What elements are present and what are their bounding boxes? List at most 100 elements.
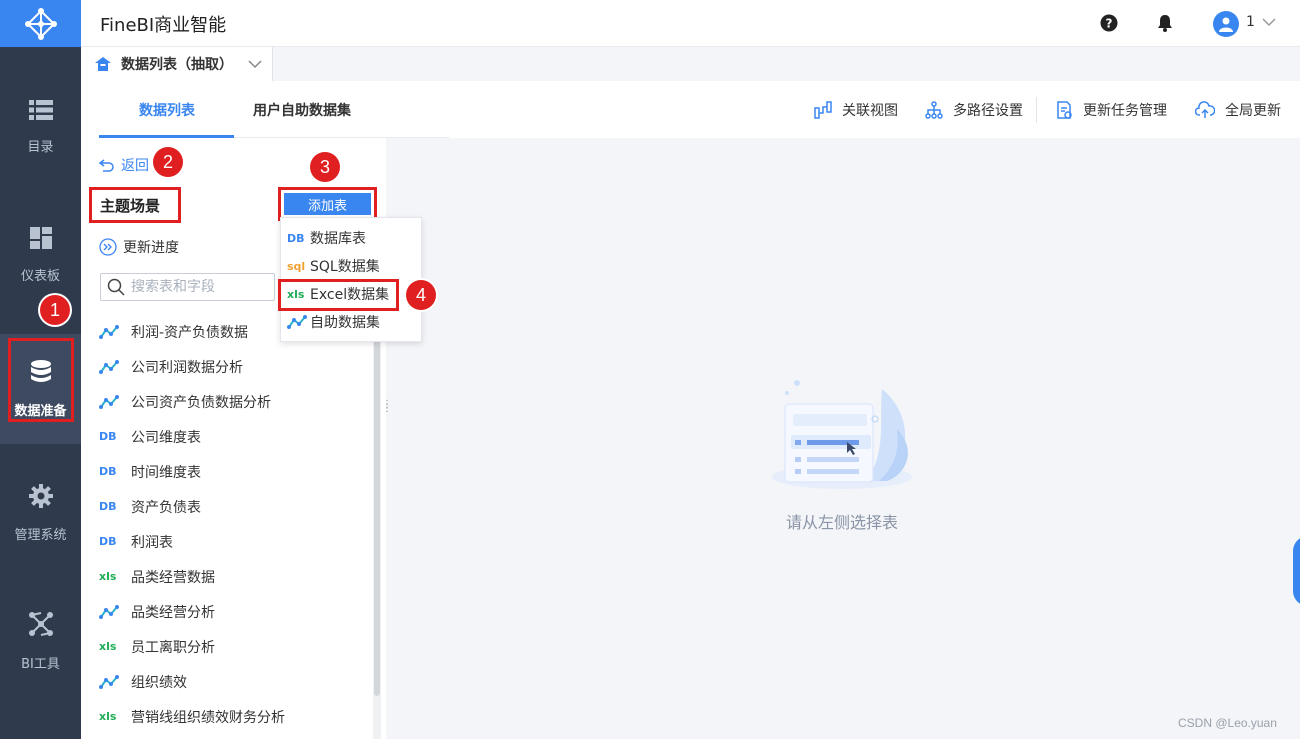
- relation-view-button[interactable]: 关联视图: [814, 100, 898, 120]
- scrollbar-thumb[interactable]: [374, 318, 380, 696]
- xls-icon: xls: [287, 288, 310, 301]
- self-dataset-icon: [99, 604, 131, 619]
- menu-item-sql[interactable]: sql SQL数据集: [287, 254, 380, 278]
- list-item-label: 公司资产负债数据分析: [131, 394, 271, 411]
- tab-data-list[interactable]: 数据列表: [139, 100, 195, 120]
- breadcrumb[interactable]: 数据列表（抽取）: [81, 47, 273, 81]
- logo-icon: [24, 7, 57, 40]
- progress-icon: [99, 238, 117, 256]
- add-table-highlight: 添加表: [278, 187, 377, 221]
- xls-label: xls: [287, 287, 305, 301]
- tab-self-service-dataset[interactable]: 用户自助数据集: [253, 100, 351, 120]
- list-item-label: 利润-资产负债数据: [131, 324, 249, 341]
- nav-item-admin[interactable]: 管理系统: [0, 458, 81, 568]
- list-item-label: 营销线组织绩效财务分析: [131, 709, 285, 726]
- list-icon: [28, 99, 53, 120]
- xls-icon: xls: [99, 570, 131, 583]
- app-title: FineBI商业智能: [100, 15, 227, 36]
- update-task-button[interactable]: 更新任务管理: [1055, 100, 1167, 120]
- list-item[interactable]: 公司利润数据分析: [99, 349, 369, 384]
- list-item-label: 员工离职分析: [131, 639, 215, 656]
- user-icon: [1219, 17, 1233, 32]
- sql-icon: sql: [287, 260, 310, 273]
- back-button[interactable]: 返回: [99, 155, 149, 175]
- back-label: 返回: [121, 158, 149, 174]
- cloud-upload-icon: [1195, 101, 1215, 118]
- self-dataset-icon: [287, 315, 310, 329]
- self-dataset-icon: [99, 674, 131, 689]
- menu-item-xls[interactable]: xls Excel数据集: [287, 282, 389, 306]
- left-nav: 目录 仪表板 数据准备 管理系统 BI工具: [0, 0, 81, 739]
- sql-label: sql: [287, 259, 306, 273]
- self-dataset-icon: [99, 394, 131, 409]
- db-label: DB: [99, 500, 117, 513]
- nav-item-dashboard[interactable]: 仪表板: [0, 200, 81, 310]
- nav-label: 管理系统: [14, 527, 67, 543]
- xls-icon: xls: [99, 710, 131, 723]
- menu-item-label: 自助数据集: [310, 315, 380, 331]
- list-item-label: 公司利润数据分析: [131, 359, 243, 376]
- tab-bar: 数据列表 用户自助数据集: [99, 81, 449, 138]
- nav-label: 仪表板: [20, 268, 60, 284]
- resize-handle[interactable]: ⋮ ⋮: [382, 400, 392, 414]
- multi-path-button[interactable]: 多路径设置: [925, 100, 1023, 120]
- task-doc-icon: [1057, 101, 1072, 119]
- list-item[interactable]: 公司资产负债数据分析: [99, 384, 369, 419]
- add-table-menu: DB 数据库表 sql SQL数据集 xls Excel数据集 自助数据集: [278, 217, 422, 342]
- menu-item-db[interactable]: DB 数据库表: [287, 226, 366, 250]
- xls-icon: xls: [99, 640, 131, 653]
- xls-label: xls: [99, 710, 117, 723]
- nav-item-bi-tools[interactable]: BI工具: [0, 586, 81, 696]
- global-update-button[interactable]: 全局更新: [1195, 100, 1281, 120]
- gear-icon: [28, 483, 53, 508]
- menu-item-self[interactable]: 自助数据集: [287, 310, 380, 334]
- xls-label: xls: [99, 570, 117, 583]
- chevron-down-icon[interactable]: [247, 57, 263, 71]
- db-icon: DB: [99, 430, 131, 443]
- bell-icon[interactable]: [1157, 14, 1173, 32]
- network-icon: [28, 611, 53, 636]
- floating-assistant-button[interactable]: [1293, 536, 1300, 606]
- db-label: DB: [287, 231, 305, 245]
- db-icon: DB: [287, 232, 310, 245]
- multi-path-label: 多路径设置: [953, 103, 1023, 119]
- back-arrow-icon: [99, 159, 114, 172]
- search-icon: [107, 278, 125, 296]
- nav-item-data-prep[interactable]: 数据准备: [0, 334, 81, 444]
- menu-item-label: 数据库表: [310, 231, 366, 247]
- svg-text:?: ?: [1106, 17, 1113, 31]
- list-item[interactable]: 组织绩效: [99, 664, 369, 699]
- list-item[interactable]: xls 营销线组织绩效财务分析: [99, 699, 369, 734]
- db-label: DB: [99, 430, 117, 443]
- list-item[interactable]: DB 公司维度表: [99, 419, 369, 454]
- help-icon[interactable]: ?: [1100, 14, 1118, 32]
- step-badge-2: 2: [153, 147, 183, 177]
- menu-item-label: Excel数据集: [310, 287, 390, 303]
- chevron-down-icon[interactable]: [1261, 14, 1277, 30]
- list-item[interactable]: DB 利润表: [99, 524, 369, 559]
- list-item-label: 利润表: [131, 534, 173, 551]
- user-number: 1: [1246, 14, 1255, 30]
- dashboard-icon: [29, 226, 52, 249]
- search-box[interactable]: [100, 273, 275, 301]
- search-input[interactable]: [131, 279, 271, 295]
- nav-item-catalog[interactable]: 目录: [0, 72, 81, 182]
- list-item[interactable]: DB 时间维度表: [99, 454, 369, 489]
- list-item[interactable]: xls 员工离职分析: [99, 629, 369, 664]
- db-icon: DB: [99, 535, 131, 548]
- add-table-button[interactable]: 添加表: [284, 193, 371, 215]
- watermark: CSDN @Leo.yuan: [1178, 716, 1277, 730]
- list-item[interactable]: 品类经营分析: [99, 594, 369, 629]
- home-icon: [95, 57, 111, 71]
- update-progress-button[interactable]: 更新进度: [99, 237, 179, 257]
- logo[interactable]: [0, 0, 81, 47]
- list-item[interactable]: xls 品类经营数据: [99, 559, 369, 594]
- list-item-label: 公司维度表: [131, 429, 201, 446]
- breadcrumb-label: 数据列表（抽取）: [121, 57, 233, 73]
- step-badge-4: 4: [406, 280, 436, 310]
- section-title: 主题场景: [89, 187, 181, 223]
- self-dataset-icon: [99, 324, 131, 339]
- empty-state-text: 请从左侧选择表: [786, 513, 899, 532]
- user-avatar[interactable]: [1213, 11, 1239, 37]
- list-item[interactable]: DB 资产负债表: [99, 489, 369, 524]
